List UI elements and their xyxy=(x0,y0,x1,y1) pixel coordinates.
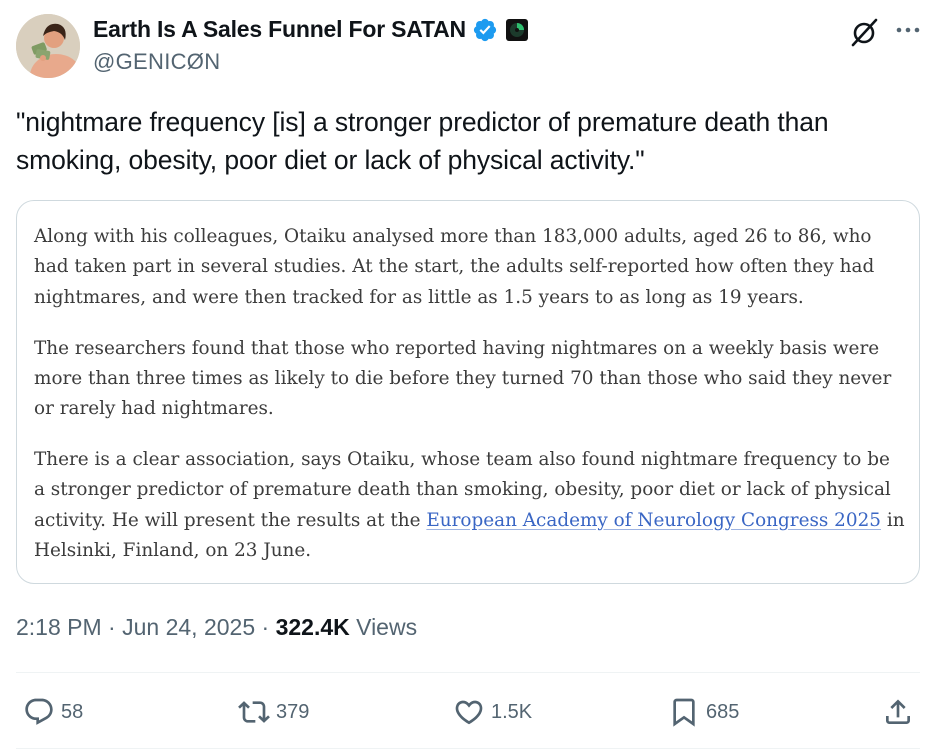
views-count: 322.4K xyxy=(275,614,350,640)
tweet-date[interactable]: Jun 24, 2025 xyxy=(122,614,255,640)
share-icon[interactable] xyxy=(882,696,914,728)
bookmark-count: 685 xyxy=(706,700,740,723)
reply-icon xyxy=(25,698,53,725)
verified-badge-icon[interactable] xyxy=(472,17,498,43)
repost-icon xyxy=(238,701,270,723)
author-display-name[interactable]: Earth Is A Sales Funnel For SATAN xyxy=(93,16,466,43)
reply-count: 58 xyxy=(61,700,84,723)
more-options-icon[interactable] xyxy=(892,18,924,42)
grok-icon[interactable] xyxy=(849,16,881,48)
repost-button[interactable]: 379 xyxy=(238,688,309,736)
views-label: Views xyxy=(349,614,418,640)
excerpt-paragraph-2: The researchers found that those who rep… xyxy=(34,337,892,420)
excerpt-paragraph-3: There is a clear association, says Otaik… xyxy=(34,445,906,566)
profile-photo xyxy=(16,14,80,78)
divider xyxy=(16,672,920,673)
congress-link[interactable]: European Academy of Neurology Congress 2… xyxy=(426,510,881,531)
meta-separator: · xyxy=(255,614,276,640)
tweet-text: "nightmare frequency [is] a stronger pre… xyxy=(16,107,829,175)
like-count: 1.5K xyxy=(491,700,533,723)
tweet-meta: 2:18 PM · Jun 24, 2025 · 322.4K Views xyxy=(16,614,417,641)
cd-emoji-icon xyxy=(505,18,528,41)
tweet-time[interactable]: 2:18 PM xyxy=(16,614,102,640)
excerpt-paragraph-1: Along with his colleagues, Otaiku analys… xyxy=(34,226,875,308)
divider xyxy=(16,748,920,749)
bookmark-icon xyxy=(673,698,695,727)
author-handle[interactable]: @GENICØN xyxy=(93,49,220,75)
avatar[interactable] xyxy=(16,14,80,78)
bookmark-button[interactable]: 685 xyxy=(668,688,739,736)
repost-count: 379 xyxy=(276,700,310,723)
heart-icon xyxy=(455,700,483,725)
action-bar: 58 379 1.5K 685 xyxy=(0,688,944,736)
attached-image-card[interactable]: Along with his colleagues, Otaiku analys… xyxy=(16,200,920,584)
meta-separator: · xyxy=(101,614,123,640)
reply-button[interactable]: 58 xyxy=(23,688,83,736)
author-name-row: Earth Is A Sales Funnel For SATAN xyxy=(93,16,528,43)
like-button[interactable]: 1.5K xyxy=(453,688,532,736)
article-excerpt: Along with his colleagues, Otaiku analys… xyxy=(34,222,906,587)
